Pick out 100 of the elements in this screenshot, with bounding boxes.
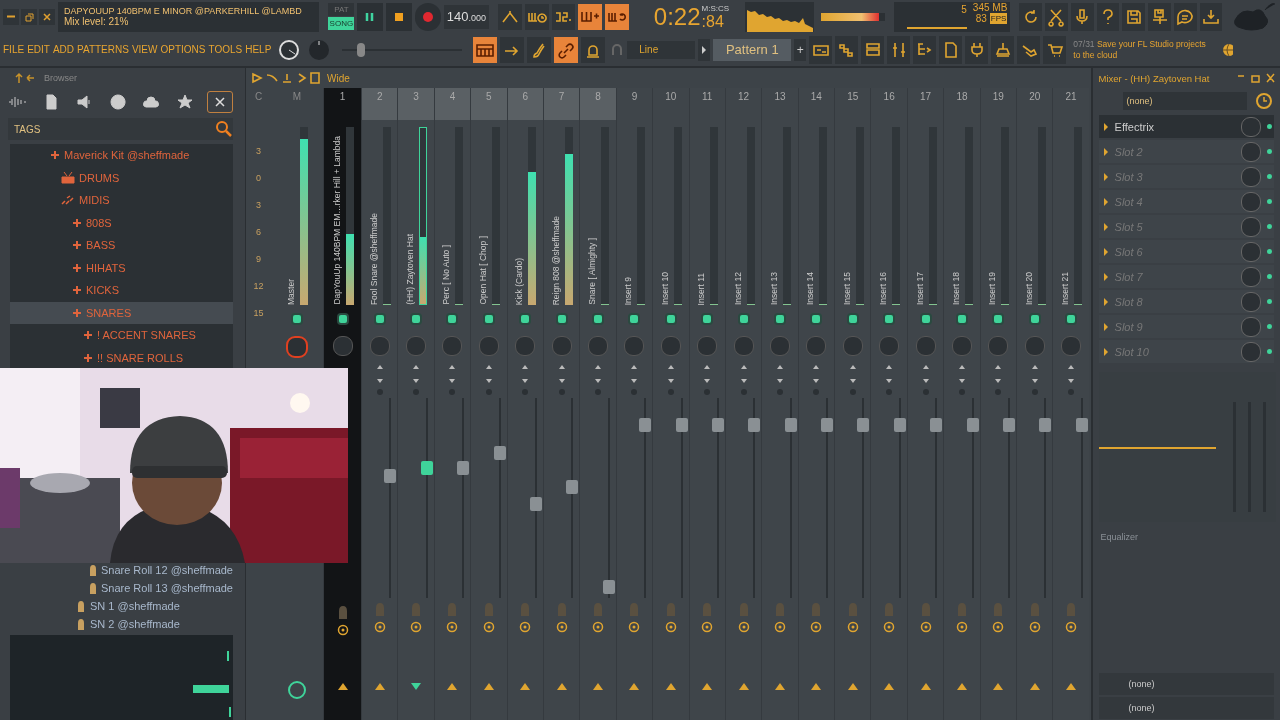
route-dial-icon[interactable] bbox=[1065, 621, 1078, 633]
pattern-arrow-button[interactable] bbox=[698, 38, 711, 61]
stereo-arrows-icon[interactable] bbox=[1029, 364, 1040, 384]
enable-led[interactable] bbox=[992, 313, 1005, 325]
stereo-arrows-icon[interactable] bbox=[738, 364, 749, 384]
channel-rack-icon[interactable] bbox=[861, 35, 885, 64]
close-button[interactable] bbox=[39, 8, 55, 25]
track-name[interactable]: Insert 12 bbox=[732, 271, 743, 305]
enable-led[interactable] bbox=[955, 313, 968, 325]
comb-clock-icon[interactable] bbox=[524, 3, 549, 30]
brush-icon[interactable] bbox=[527, 36, 552, 63]
stereo-arrows-icon[interactable] bbox=[483, 364, 494, 384]
chat-icon[interactable] bbox=[1173, 2, 1197, 31]
track-name[interactable]: Insert 19 bbox=[987, 271, 998, 305]
browser-item[interactable]: SN 1 @sheffmade bbox=[10, 597, 233, 615]
stop-button[interactable] bbox=[386, 2, 412, 31]
scissors-icon[interactable] bbox=[1045, 2, 1068, 31]
download-icon[interactable] bbox=[1199, 2, 1223, 31]
route-dial-icon[interactable] bbox=[628, 621, 641, 633]
stereo-arrows-icon[interactable] bbox=[593, 364, 604, 384]
track-number[interactable]: 9 bbox=[616, 88, 653, 120]
track-name[interactable]: Insert 20 bbox=[1023, 271, 1034, 305]
document-icon[interactable] bbox=[939, 35, 963, 64]
enable-led[interactable] bbox=[291, 313, 303, 325]
track-name[interactable]: Perc [ No Auto ] bbox=[441, 245, 452, 305]
browser-item[interactable]: DRUMS bbox=[10, 166, 233, 189]
enable-led[interactable] bbox=[373, 313, 386, 325]
folder-tree-icon[interactable] bbox=[913, 35, 937, 64]
stereo-arrows-icon[interactable] bbox=[1066, 364, 1077, 384]
route-dial-icon[interactable] bbox=[737, 621, 750, 633]
enable-led[interactable] bbox=[664, 313, 677, 325]
route-dial-icon[interactable] bbox=[482, 621, 495, 633]
enable-led[interactable] bbox=[810, 313, 823, 325]
enable-led[interactable] bbox=[446, 313, 459, 325]
enable-led[interactable] bbox=[883, 313, 896, 325]
track-name[interactable]: Insert 11 bbox=[696, 272, 707, 305]
refresh-icon[interactable] bbox=[1019, 2, 1043, 31]
preset-dropdown[interactable]: (none) bbox=[1122, 92, 1247, 110]
stereo-arrows-icon[interactable] bbox=[847, 364, 858, 384]
route-dial-icon[interactable] bbox=[373, 621, 386, 633]
comb-loop-icon[interactable] bbox=[605, 3, 629, 30]
track-name[interactable]: Insert 16 bbox=[878, 271, 889, 305]
track-name[interactable]: Insert 17 bbox=[914, 271, 925, 305]
stereo-arrows-icon[interactable] bbox=[884, 364, 895, 384]
track-name[interactable]: Insert 18 bbox=[950, 271, 961, 305]
minimize-button[interactable] bbox=[3, 8, 19, 25]
track-name[interactable]: Insert 10 bbox=[659, 271, 670, 305]
volume-knob[interactable] bbox=[277, 37, 302, 62]
search-icon[interactable] bbox=[215, 120, 233, 138]
track-name[interactable]: Fool Snare @sheffmade bbox=[368, 212, 379, 305]
pattern-selector[interactable]: Pattern 1 bbox=[713, 38, 792, 61]
cart-icon[interactable] bbox=[1043, 35, 1067, 64]
browser-item[interactable]: KICKS bbox=[10, 279, 233, 302]
route-dial-icon[interactable] bbox=[592, 621, 605, 633]
track-name[interactable]: Kick (Cardo) bbox=[514, 257, 525, 305]
enable-led[interactable] bbox=[774, 313, 786, 325]
track-number[interactable]: 3 bbox=[398, 88, 434, 120]
stereo-arrows-icon[interactable] bbox=[665, 364, 676, 384]
track-number[interactable]: 8 bbox=[580, 88, 616, 120]
track-number[interactable]: 18 bbox=[944, 88, 980, 120]
down-arrow-icon[interactable] bbox=[410, 680, 423, 692]
enable-led[interactable] bbox=[919, 313, 932, 325]
menu-item[interactable]: PATTERNS bbox=[77, 44, 129, 55]
route-dial-icon[interactable] bbox=[992, 621, 1005, 633]
stereo-arrows-icon[interactable] bbox=[447, 364, 458, 384]
enable-led[interactable] bbox=[519, 313, 532, 325]
menu-item[interactable]: ADD bbox=[52, 44, 75, 55]
track-name[interactable]: Insert 14 bbox=[805, 271, 816, 305]
track-number[interactable]: 10 bbox=[653, 88, 689, 120]
piano-roll-icon[interactable] bbox=[473, 36, 498, 63]
route-dial-icon[interactable] bbox=[774, 621, 786, 633]
route-dial-icon[interactable] bbox=[519, 621, 532, 633]
menu-item[interactable]: HELP bbox=[245, 44, 272, 55]
save-as-icon[interactable] bbox=[1148, 2, 1171, 31]
track-name[interactable]: Open Hat [ Chop ] bbox=[477, 236, 488, 305]
track-number[interactable]: 20 bbox=[1017, 88, 1053, 120]
stereo-arrows-icon[interactable] bbox=[411, 364, 422, 384]
route-dial-icon[interactable] bbox=[664, 621, 677, 633]
enable-led[interactable] bbox=[737, 313, 750, 325]
stereo-arrows-icon[interactable] bbox=[520, 364, 531, 384]
countdown-icon[interactable] bbox=[551, 3, 576, 30]
track-number[interactable]: 1 bbox=[324, 88, 361, 120]
record-button[interactable] bbox=[414, 2, 441, 31]
track-name[interactable]: Snare [ Almighty ] bbox=[587, 238, 598, 305]
track-number[interactable]: 21 bbox=[1053, 88, 1089, 120]
route-dial-icon[interactable] bbox=[846, 621, 859, 633]
route-dial-icon[interactable] bbox=[810, 621, 823, 633]
menu-item[interactable]: TOOLS bbox=[208, 44, 243, 55]
browser-item[interactable]: Maverick Kit @sheffmade bbox=[10, 144, 233, 167]
snap-dropdown[interactable]: Line bbox=[627, 40, 696, 59]
enable-led[interactable] bbox=[1065, 313, 1078, 325]
stamp-icon[interactable] bbox=[991, 35, 1015, 64]
mode-toggle[interactable]: SONG bbox=[328, 17, 355, 30]
steps-icon[interactable] bbox=[835, 35, 859, 64]
pan-knob[interactable] bbox=[332, 336, 353, 356]
comb-plus-icon[interactable] bbox=[578, 3, 603, 30]
restore-button[interactable] bbox=[21, 8, 37, 25]
mixer-tool-icons[interactable] bbox=[251, 71, 321, 85]
stereo-arrows-icon[interactable] bbox=[374, 364, 385, 384]
browser-item[interactable]: SNARES bbox=[10, 301, 233, 324]
